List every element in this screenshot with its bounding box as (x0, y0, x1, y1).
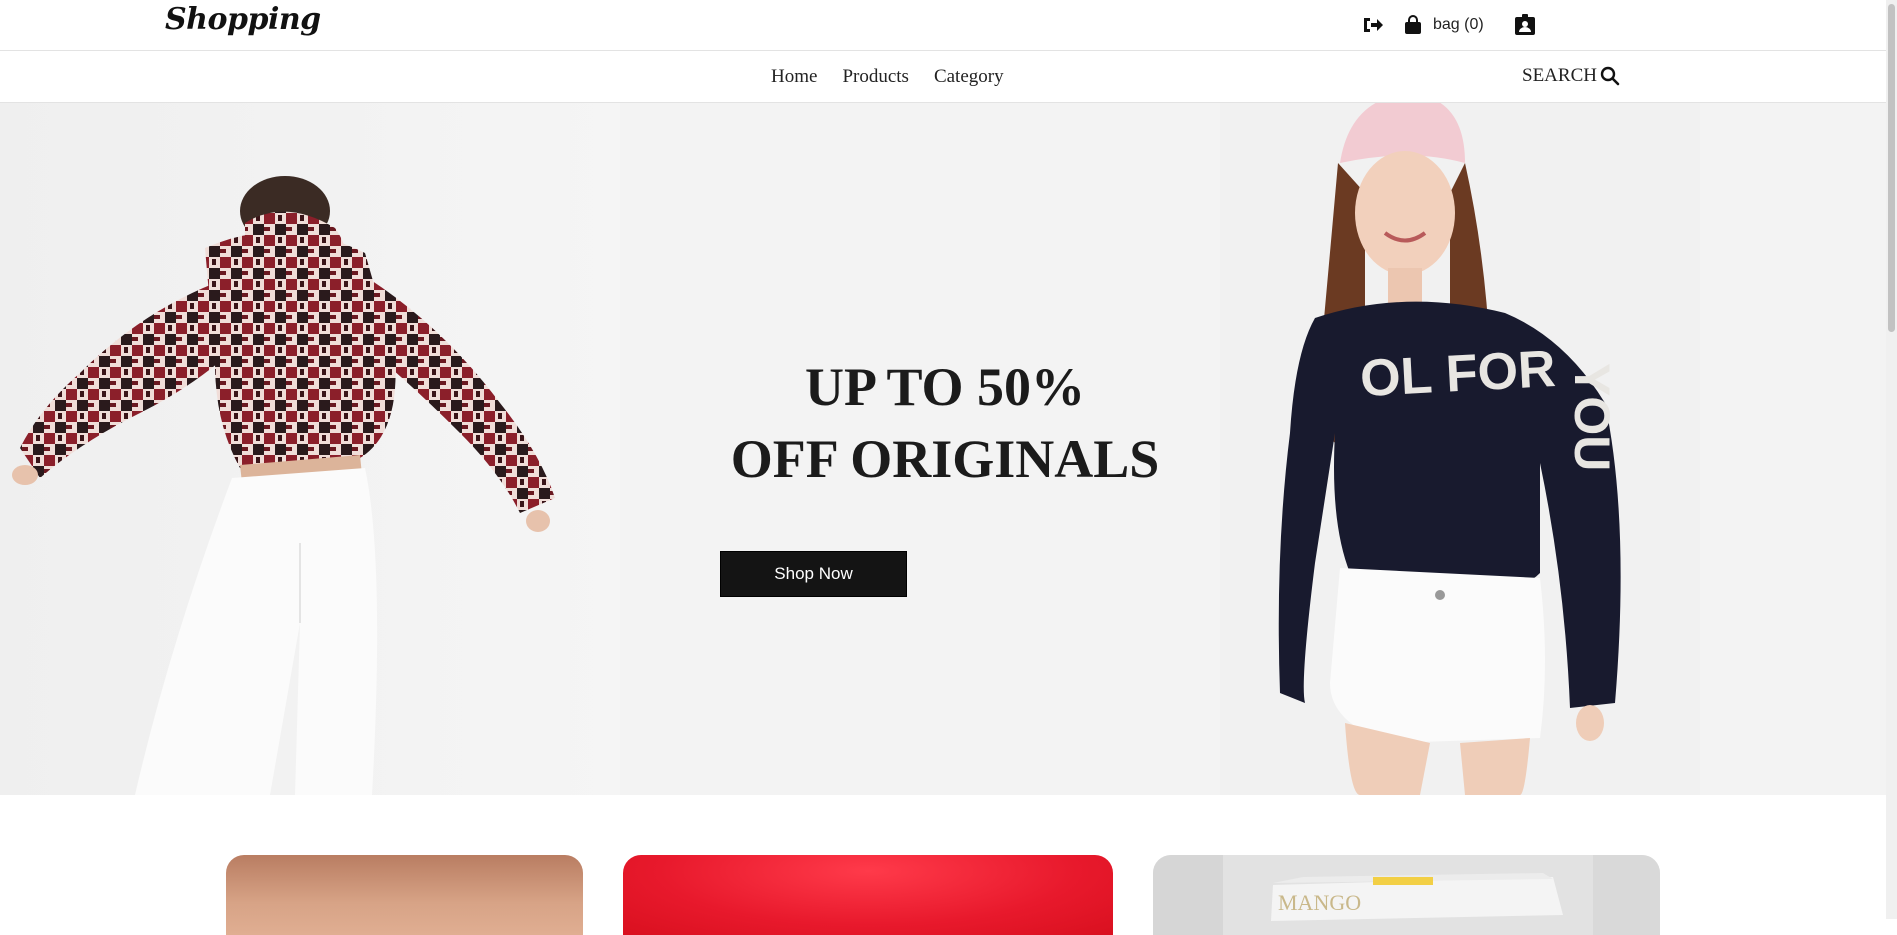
hero-headline: UP TO 50% OFF ORIGINALS (690, 351, 1200, 495)
shop-now-button[interactable]: Shop Now (720, 551, 907, 597)
hero-headline-line2: OFF ORIGINALS (730, 429, 1160, 489)
svg-text:YOU: YOU (1564, 363, 1620, 471)
nav-bar: Home Products Category SEARCH (0, 51, 1886, 103)
category-card-2[interactable] (623, 855, 1113, 935)
svg-text:MANGO: MANGO (1278, 890, 1361, 915)
top-bar: Shopping bag (0) (0, 0, 1886, 51)
nav-links: Home Products Category (771, 66, 1004, 88)
category-cards: MANGO (0, 855, 1886, 935)
user-badge-icon[interactable] (1514, 14, 1536, 36)
search-label: SEARCH (1522, 65, 1597, 86)
svg-text:OL FOR: OL FOR (1359, 340, 1557, 408)
hero-headline-line1: UP TO 50% (804, 357, 1086, 417)
shopping-bag-icon[interactable] (1404, 15, 1422, 35)
scrollbar-thumb[interactable] (1888, 4, 1895, 332)
nav-link-category[interactable]: Category (934, 66, 1004, 88)
search-icon (1600, 66, 1620, 86)
hero-banner: OL FOR YOU UP TO 50% OFF ORIGINALS Shop … (0, 103, 1886, 795)
search-button[interactable]: SEARCH (1522, 65, 1620, 87)
category-card-3[interactable]: MANGO (1153, 855, 1660, 935)
sign-out-icon[interactable] (1362, 16, 1384, 34)
bag-count-label[interactable]: bag (0) (1433, 16, 1484, 34)
hero-model-left-image (12, 176, 555, 795)
hero-model-right-image: OL FOR YOU (1278, 103, 1621, 795)
header-actions: bag (0) (1362, 12, 1536, 38)
logo[interactable]: Shopping (165, 2, 321, 37)
page-scrollbar[interactable] (1886, 0, 1897, 919)
category-card-1[interactable] (226, 855, 583, 935)
nav-link-products[interactable]: Products (842, 66, 909, 88)
nav-link-home[interactable]: Home (771, 66, 817, 88)
book-stack-image: MANGO (1153, 855, 1660, 935)
